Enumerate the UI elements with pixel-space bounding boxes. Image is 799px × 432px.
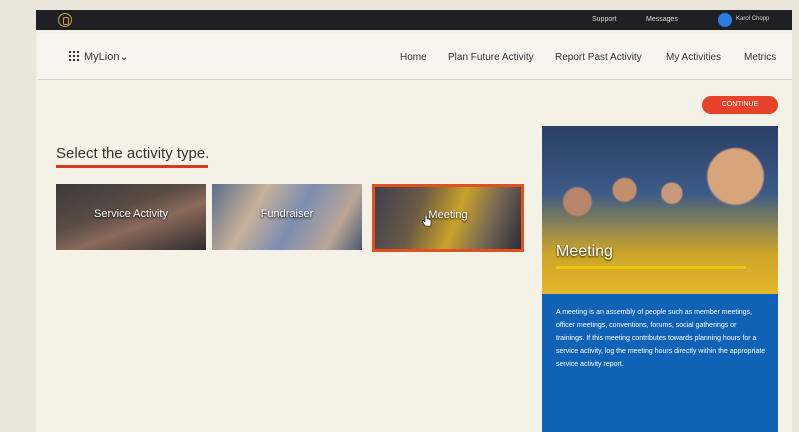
top-bar: Support Messages Karol Chopp: [36, 10, 792, 30]
hand-cursor-icon: [422, 215, 432, 227]
support-link[interactable]: Support: [592, 16, 617, 23]
tile-label: Meeting: [428, 209, 468, 221]
app-grid-icon[interactable]: [68, 50, 80, 62]
heading-underline: [56, 165, 208, 168]
page-heading: Select the activity type.: [56, 145, 210, 162]
brand-menu[interactable]: MyLion⌄: [84, 50, 129, 63]
lions-logo-icon[interactable]: [58, 13, 72, 27]
tile-label: Fundraiser: [260, 208, 314, 220]
nav-my-activities[interactable]: My Activities: [666, 52, 721, 63]
activity-tile-meeting[interactable]: Meeting: [372, 184, 524, 252]
panel-title: Meeting: [556, 243, 613, 260]
activity-tile-fundraiser[interactable]: Fundraiser: [212, 184, 362, 250]
panel-description: A meeting is an assembly of people such …: [556, 309, 766, 368]
nav-metrics[interactable]: Metrics: [744, 52, 776, 63]
activity-detail-panel: Meeting A meeting is an assembly of peop…: [542, 126, 778, 432]
continue-button[interactable]: CONTINUE: [702, 96, 778, 114]
nav-report-past-activity[interactable]: Report Past Activity: [555, 52, 642, 63]
nav-home[interactable]: Home: [400, 52, 427, 63]
main-nav: MyLion⌄ Home Plan Future Activity Report…: [38, 34, 792, 80]
user-name[interactable]: Karol Chopp: [736, 16, 769, 22]
panel-title-bar: [556, 266, 746, 269]
activity-tile-service[interactable]: Service Activity: [56, 184, 206, 250]
browser-screen: Support Messages Karol Chopp MyLion⌄ Hom…: [36, 10, 792, 432]
messages-link[interactable]: Messages: [646, 16, 678, 23]
tile-label: Service Activity: [94, 208, 168, 220]
nav-plan-future-activity[interactable]: Plan Future Activity: [448, 52, 534, 63]
user-avatar[interactable]: [718, 13, 732, 27]
